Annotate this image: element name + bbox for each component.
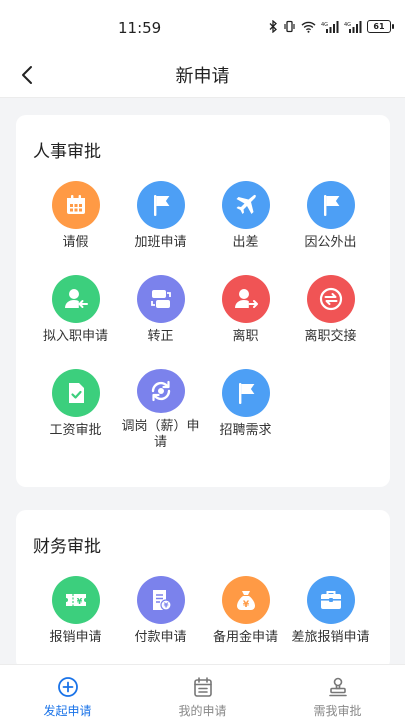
item-label: 备用金申请: [212, 630, 278, 645]
status-icons: 4G 4G 61: [269, 20, 394, 33]
item-label: 离职交接: [304, 329, 357, 344]
finance-approval-card: 财务审批 ¥ 报销申请 ¥ 付款申请 ¥ 备用金申请 差旅报销申请: [16, 510, 390, 670]
vibrate-icon: [284, 20, 295, 33]
reimbursement-item[interactable]: ¥ 报销申请: [33, 576, 118, 658]
travel-reimbursement-item[interactable]: 差旅报销申请: [288, 576, 373, 658]
bottom-tab-bar: 发起申请 我的申请 需我审批: [0, 664, 405, 720]
page-title: 新申请: [175, 66, 230, 87]
section-title: 财务审批: [33, 537, 101, 557]
item-label: 差旅报销申请: [291, 630, 370, 645]
item-label: 拟入职申请: [42, 329, 108, 344]
refresh-icon: [136, 369, 185, 413]
invoice-icon: ¥: [136, 576, 185, 624]
hr-approval-card: 人事审批 请假 加班申请 出差 因公外出 拟入职申请 转正 离职 离职交接 工资…: [16, 115, 390, 487]
handover-item[interactable]: 离职交接: [288, 275, 373, 357]
swap-icon: [136, 275, 185, 323]
ticket-icon: ¥: [51, 576, 100, 624]
tab-label: 发起申请: [43, 704, 92, 718]
airplane-icon: [221, 181, 270, 229]
tab-pending-approval[interactable]: 需我审批: [270, 665, 405, 720]
plus-circle-icon: [57, 677, 78, 697]
tab-label: 我的申请: [178, 704, 227, 718]
item-label: 工资审批: [49, 423, 102, 438]
flag-icon: [221, 369, 270, 417]
item-label: 离职: [232, 329, 259, 344]
money-bag-icon: ¥: [221, 576, 270, 624]
battery-icon: 61: [367, 20, 394, 33]
item-label: 加班申请: [134, 235, 187, 250]
svg-text:4G: 4G: [321, 22, 328, 28]
bluetooth-icon: [269, 20, 277, 33]
item-label: 转正: [147, 329, 174, 344]
item-label: 调岗（薪）申请: [121, 419, 200, 450]
item-label: 出差: [232, 235, 259, 250]
signal-icon: 4G: [321, 20, 339, 33]
wifi-icon: [301, 21, 316, 33]
tab-new-application[interactable]: 发起申请: [0, 665, 135, 720]
status-bar: 11:59 4G 4G 61: [0, 0, 405, 52]
document-check-icon: [51, 369, 100, 417]
svg-text:¥: ¥: [163, 602, 168, 610]
exchange-icon: [306, 275, 355, 323]
item-label: 因公外出: [304, 235, 357, 250]
payment-item[interactable]: ¥ 付款申请: [118, 576, 203, 658]
recruitment-item[interactable]: 招聘需求: [203, 369, 288, 451]
finance-approval-grid: ¥ 报销申请 ¥ 付款申请 ¥ 备用金申请 差旅报销申请: [33, 576, 373, 658]
regularization-item[interactable]: 转正: [118, 275, 203, 357]
calendar-list-icon: [193, 677, 212, 697]
resignation-item[interactable]: 离职: [203, 275, 288, 357]
tab-label: 需我审批: [313, 704, 362, 718]
item-label: 报销申请: [49, 630, 102, 645]
user-leave-icon: [221, 275, 270, 323]
svg-text:4G: 4G: [344, 22, 351, 28]
salary-approval-item[interactable]: 工资审批: [33, 369, 118, 451]
hr-approval-grid: 请假 加班申请 出差 因公外出 拟入职申请 转正 离职 离职交接 工资审批 调岗…: [33, 181, 373, 451]
stamp-icon: [328, 677, 347, 697]
tab-my-applications[interactable]: 我的申请: [135, 665, 270, 720]
status-time: 11:59: [118, 19, 162, 37]
transfer-item[interactable]: 调岗（薪）申请: [118, 369, 203, 451]
briefcase-icon: [306, 576, 355, 624]
user-add-icon: [51, 275, 100, 323]
onboarding-item[interactable]: 拟入职申请: [33, 275, 118, 357]
item-label: 招聘需求: [219, 423, 272, 438]
signal-icon: 4G: [344, 20, 362, 33]
business-out-item[interactable]: 因公外出: [288, 181, 373, 263]
overtime-item[interactable]: 加班申请: [118, 181, 203, 263]
flag-icon: [306, 181, 355, 229]
business-trip-item[interactable]: 出差: [203, 181, 288, 263]
leave-item[interactable]: 请假: [33, 181, 118, 263]
flag-icon: [136, 181, 185, 229]
calendar-icon: [51, 181, 100, 229]
navigation-bar: 新申请: [0, 52, 405, 98]
petty-cash-item[interactable]: ¥ 备用金申请: [203, 576, 288, 658]
svg-text:¥: ¥: [242, 600, 249, 610]
svg-text:¥: ¥: [76, 597, 82, 606]
item-label: 请假: [62, 235, 89, 250]
item-label: 付款申请: [134, 630, 187, 645]
section-title: 人事审批: [33, 142, 101, 162]
